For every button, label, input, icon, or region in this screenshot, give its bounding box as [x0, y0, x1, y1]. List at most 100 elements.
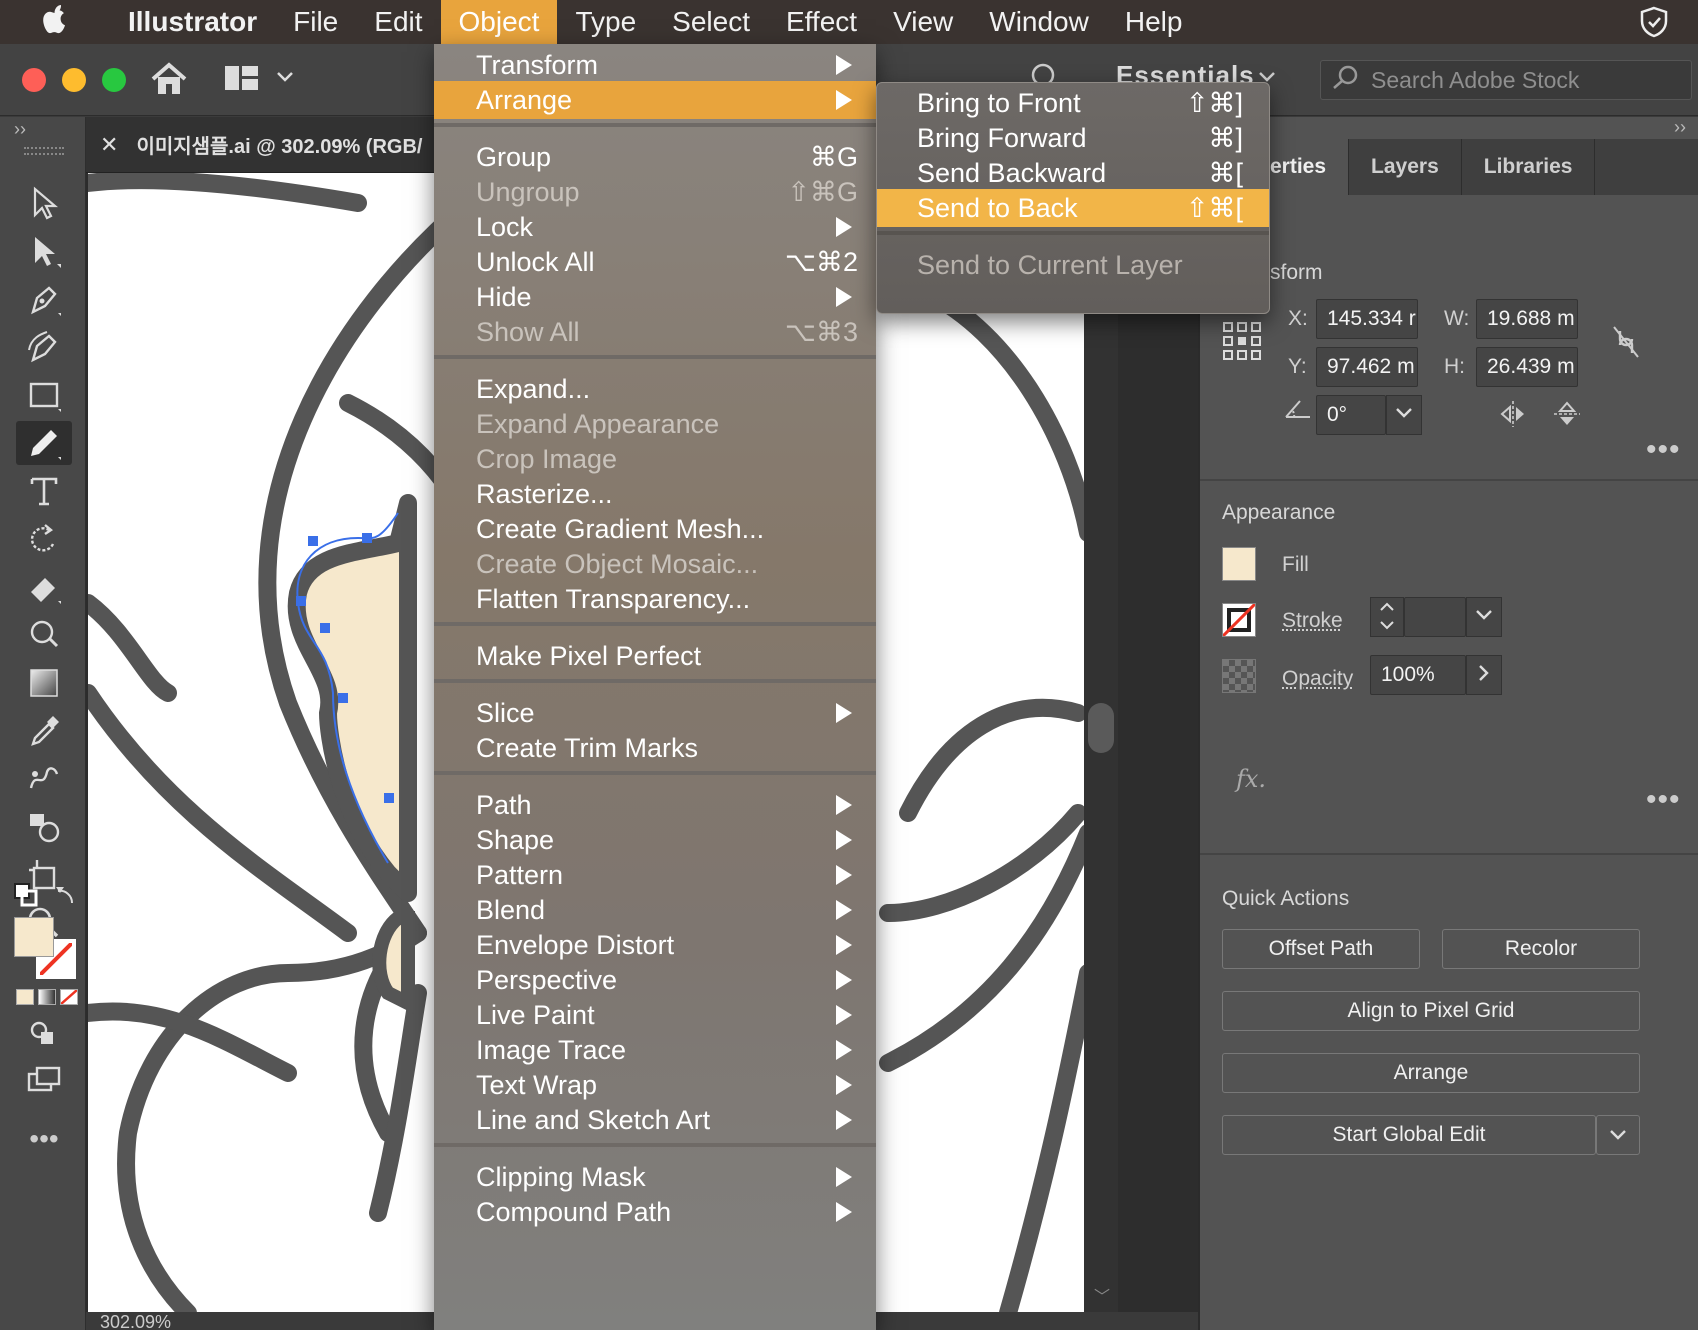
menu-item-transform[interactable]: Transform [434, 46, 876, 84]
tab-layers[interactable]: Layers [1349, 139, 1462, 195]
art-stroke[interactable] [88, 180, 358, 203]
chevron-down-icon[interactable] [1379, 617, 1395, 635]
collapse-panel-icon[interactable]: ›› [14, 119, 26, 140]
menu-type[interactable]: Type [557, 0, 654, 44]
rotation-dropdown[interactable] [1386, 395, 1422, 435]
home-icon[interactable] [150, 62, 188, 101]
fill-swatch[interactable] [14, 917, 54, 957]
pen-tool[interactable] [16, 277, 72, 321]
gradient-tool[interactable] [16, 661, 72, 705]
reference-point-icon[interactable] [1222, 321, 1262, 366]
adobe-stock-search[interactable] [1320, 60, 1692, 100]
menu-item-send-to-back[interactable]: Send to Back ⇧⌘[ [877, 189, 1270, 227]
art-stroke[interactable] [1008, 973, 1084, 1313]
opacity-label[interactable]: Opacity [1282, 667, 1353, 691]
menu-item-perspective[interactable]: Perspective [434, 961, 876, 999]
fx-button[interactable]: fx. [1236, 765, 1266, 793]
default-fill-stroke-icon[interactable] [14, 883, 38, 912]
draw-mode-button[interactable] [16, 1013, 72, 1057]
anchor-point[interactable] [338, 693, 348, 703]
document-tab[interactable]: ✕ 이미지샘플.ai @ 302.09% (RGB/ [86, 117, 436, 173]
transform-more-options[interactable]: ••• [1646, 433, 1681, 467]
menu-item-text-wrap[interactable]: Text Wrap [434, 1066, 876, 1104]
stroke-weight-field[interactable] [1404, 597, 1466, 637]
selection-tool[interactable] [16, 181, 72, 225]
chevron-down-icon[interactable] [276, 70, 294, 88]
anchor-point[interactable] [384, 793, 394, 803]
menu-item-shape[interactable]: Shape [434, 821, 876, 859]
none-mode-button[interactable] [60, 989, 78, 1005]
menu-item-lock[interactable]: Lock [434, 208, 876, 246]
menu-item-envelope-distort[interactable]: Envelope Distort [434, 926, 876, 964]
menu-help[interactable]: Help [1107, 0, 1201, 44]
rotate-tool[interactable] [16, 517, 72, 561]
align-to-pixel-grid-button[interactable]: Align to Pixel Grid [1222, 991, 1640, 1031]
anchor-point[interactable] [362, 533, 372, 543]
rectangle-tool[interactable] [16, 373, 72, 417]
opacity-expand[interactable] [1466, 655, 1502, 695]
fill-color-swatch[interactable] [1222, 547, 1256, 581]
curvature-tool[interactable] [16, 325, 72, 369]
arrange-documents-icon[interactable] [224, 64, 260, 97]
menu-item-clipping-mask[interactable]: Clipping Mask [434, 1158, 876, 1196]
gradient-mode-button[interactable] [38, 989, 56, 1005]
tab-libraries[interactable]: Libraries [1462, 139, 1596, 195]
menu-item-hide[interactable]: Hide [434, 278, 876, 316]
x-field[interactable]: 145.334 r [1316, 299, 1418, 339]
menu-file[interactable]: File [275, 0, 356, 44]
close-tab-icon[interactable]: ✕ [100, 132, 118, 158]
arrange-button[interactable]: Arrange [1222, 1053, 1640, 1093]
global-edit-options-dropdown[interactable] [1596, 1115, 1640, 1155]
type-tool[interactable] [16, 469, 72, 513]
menu-item-image-trace[interactable]: Image Trace [434, 1031, 876, 1069]
w-field[interactable]: 19.688 m [1476, 299, 1578, 339]
art-stroke[interactable] [888, 833, 1084, 1063]
menu-item-blend[interactable]: Blend [434, 891, 876, 929]
anchor-point[interactable] [296, 596, 306, 606]
rotation-field[interactable]: 0° [1316, 395, 1386, 435]
fill-stroke-swatches[interactable] [14, 917, 78, 981]
menu-item-flatten-transparency[interactable]: Flatten Transparency... [434, 580, 876, 618]
stroke-color-swatch[interactable] [1222, 603, 1256, 637]
menu-view[interactable]: View [875, 0, 971, 44]
menu-item-create-gradient-mesh[interactable]: Create Gradient Mesh... [434, 510, 876, 548]
recolor-button[interactable]: Recolor [1442, 929, 1640, 969]
menu-item-bring-to-front[interactable]: Bring to Front ⇧⌘] [877, 84, 1270, 122]
stroke-weight-dropdown[interactable] [1466, 597, 1502, 637]
menu-item-make-pixel-perfect[interactable]: Make Pixel Perfect [434, 637, 876, 675]
art-stroke[interactable] [88, 1011, 288, 1073]
start-global-edit-button[interactable]: Start Global Edit [1222, 1115, 1596, 1155]
edit-toolbar-button[interactable]: ••• [16, 1117, 72, 1161]
anchor-point[interactable] [320, 623, 330, 633]
menu-item-rasterize[interactable]: Rasterize... [434, 475, 876, 513]
menu-item-pattern[interactable]: Pattern [434, 856, 876, 894]
menu-item-group[interactable]: Group ⌘G [434, 138, 876, 176]
menu-item-line-and-sketch-art[interactable]: Line and Sketch Art [434, 1101, 876, 1139]
menu-item-compound-path[interactable]: Compound Path [434, 1193, 876, 1231]
close-window-button[interactable] [22, 68, 46, 92]
menu-select[interactable]: Select [654, 0, 768, 44]
art-stroke[interactable] [908, 708, 1078, 813]
puppet-warp-tool[interactable] [16, 613, 72, 657]
eyedropper-tool[interactable] [16, 709, 72, 753]
zoom-level[interactable]: 302.09% [100, 1312, 171, 1330]
chevron-down-icon[interactable]: ﹀ [1094, 1283, 1110, 1307]
chevron-up-icon[interactable] [1379, 599, 1395, 617]
panel-grip[interactable] [24, 147, 64, 155]
y-field[interactable]: 97.462 m [1316, 347, 1418, 387]
stroke-weight-stepper[interactable] [1370, 597, 1404, 637]
pencil-tool[interactable] [16, 421, 72, 465]
collapse-panel-icon[interactable]: ›› [1674, 117, 1686, 138]
eraser-tool[interactable] [16, 565, 72, 609]
appearance-more-options[interactable]: ••• [1646, 783, 1681, 817]
menu-item-slice[interactable]: Slice [434, 694, 876, 732]
scroll-thumb[interactable] [1088, 703, 1114, 753]
search-input[interactable] [1371, 67, 1671, 94]
flip-horizontal-icon[interactable] [1498, 399, 1528, 434]
zoom-window-button[interactable] [102, 68, 126, 92]
flip-vertical-icon[interactable] [1552, 399, 1582, 434]
filled-shape[interactable] [379, 918, 408, 1003]
vertical-scrollbar[interactable]: ﹀ [1084, 173, 1198, 1330]
color-mode-button[interactable] [16, 989, 34, 1005]
menu-item-live-paint[interactable]: Live Paint [434, 996, 876, 1034]
